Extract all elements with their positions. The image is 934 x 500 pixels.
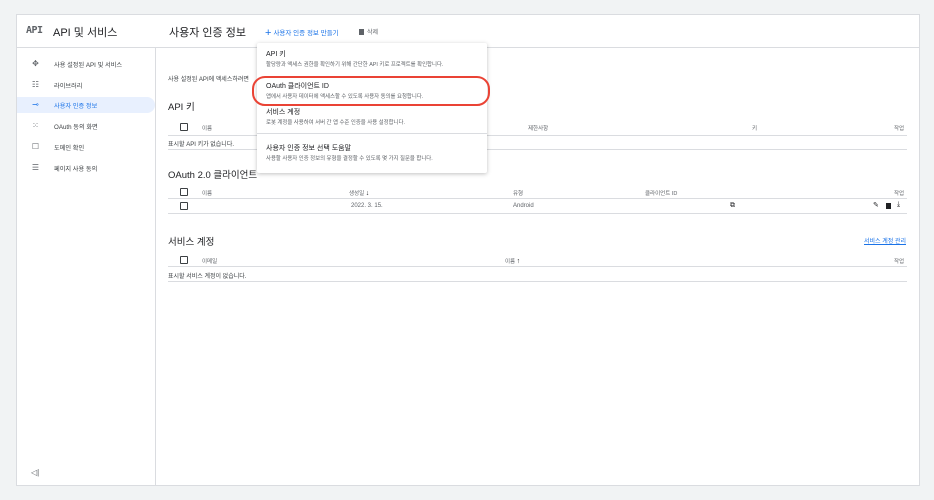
service-accounts-col-name-label: 이름 — [505, 259, 516, 265]
service-accounts-heading: 서비스 계정 — [168, 237, 215, 248]
api-logo: API — [26, 25, 43, 36]
sidebar-item-oauth-consent[interactable]: ⁙ OAuth 동의 화면 — [17, 118, 155, 134]
diamond-icon: ✥ — [32, 59, 39, 68]
delete-row-icon[interactable] — [886, 203, 891, 209]
menu-divider — [257, 133, 487, 134]
divider — [168, 266, 907, 267]
delete-label: 삭제 — [367, 30, 379, 36]
oauth-col-name: 이름 — [202, 191, 213, 197]
service-accounts-select-all-checkbox[interactable] — [180, 256, 188, 264]
menu-item-desc: 사용할 사용자 인증 정보의 유형을 결정할 수 있도록 몇 가지 질문을 합니… — [266, 156, 433, 162]
highlight-annotation — [252, 76, 490, 106]
sidebar-item-credentials[interactable]: ⊸ 사용자 인증 정보 — [17, 97, 155, 113]
divider — [168, 213, 907, 214]
api-keys-empty-text: 표시할 API 키가 없습니다. — [168, 142, 235, 148]
oauth-col-actions: 작업 — [894, 191, 905, 197]
oauth-col-type: 유형 — [513, 191, 524, 197]
oauth-col-client-id: 클라이언트 ID — [645, 191, 678, 197]
trash-icon — [359, 29, 364, 35]
arrow-down-icon: ↓ — [365, 190, 370, 197]
app-title: API 및 서비스 — [53, 27, 118, 39]
service-accounts-empty-text: 표시할 서비스 계정이 없습니다. — [168, 274, 247, 280]
oauth-select-all-checkbox[interactable] — [180, 188, 188, 196]
consent-icon: ⁙ — [32, 121, 39, 130]
plus-icon: + — [265, 27, 272, 39]
sidebar-item-label: 라이브러리 — [54, 83, 83, 90]
oauth-row-created: 2022. 3. 15. — [351, 203, 383, 209]
service-accounts-col-name[interactable]: 이름 ↑ — [505, 257, 520, 265]
service-accounts-col-actions: 작업 — [894, 259, 905, 265]
service-accounts-col-email: 이메일 — [202, 259, 218, 265]
domain-check-icon: ☐ — [31, 142, 40, 151]
api-keys-col-key: 키 — [752, 126, 758, 132]
api-keys-select-all-checkbox[interactable] — [180, 123, 188, 131]
key-icon: ⊸ — [32, 100, 39, 109]
oauth-col-created[interactable]: 생성일 ↓ — [349, 189, 369, 197]
sidebar-item-enabled-apis[interactable]: ✥ 사용 설정된 API 및 서비스 — [17, 56, 155, 72]
oauth-row-type: Android — [513, 203, 534, 209]
create-credentials-menu: API 키 할당량과 액세스 권한을 확인하기 위해 간단한 API 키로 프로… — [257, 43, 487, 173]
menu-item-desc: 로봇 계정을 사용하여 서버 간 앱 수준 인증을 사용 설정합니다. — [266, 120, 405, 126]
menu-item-service-account[interactable]: 서비스 계정 로봇 계정을 사용하여 서버 간 앱 수준 인증을 사용 설정합니… — [257, 103, 487, 131]
oauth-row-checkbox[interactable] — [180, 202, 188, 210]
menu-item-title: API 키 — [266, 51, 286, 58]
api-keys-col-restriction: 제한사항 — [528, 126, 549, 132]
sidebar-item-label: 도메인 확인 — [54, 145, 85, 152]
menu-item-title: 사용자 인증 정보 선택 도움말 — [266, 145, 352, 152]
app-frame: API API 및 서비스 사용자 인증 정보 + 사용자 인증 정보 만들기 삭… — [16, 14, 920, 486]
divider — [168, 281, 907, 282]
sidebar-item-domain-verification[interactable]: ☐ 도메인 확인 — [17, 139, 155, 155]
manage-service-accounts-link[interactable]: 서비스 계정 관리 — [864, 236, 906, 245]
api-keys-heading: API 키 — [168, 102, 195, 113]
sidebar-item-library[interactable]: ☷ 라이브러리 — [17, 77, 155, 93]
menu-item-title: 서비스 계정 — [266, 109, 301, 116]
copy-icon[interactable]: ⧉ — [730, 202, 735, 210]
create-credentials-label: 사용자 인증 정보 만들기 — [273, 30, 339, 37]
sidebar: ✥ 사용 설정된 API 및 서비스 ☷ 라이브러리 ⊸ 사용자 인증 정보 ⁙… — [17, 48, 156, 485]
intro-text: 사용 설정된 API에 액세스하려면 — [168, 77, 249, 83]
sidebar-item-label: 사용 설정된 API 및 서비스 — [54, 62, 123, 69]
menu-item-api-key[interactable]: API 키 할당량과 액세스 권한을 확인하기 위해 간단한 API 키로 프로… — [257, 45, 487, 73]
collapse-sidebar-icon[interactable]: ◁| — [31, 468, 39, 477]
sidebar-item-label: 페이지 사용 동의 — [54, 166, 98, 173]
library-icon: ☷ — [31, 80, 40, 89]
page-consent-icon: ☰ — [31, 163, 40, 172]
create-credentials-button[interactable]: + 사용자 인증 정보 만들기 — [265, 26, 339, 39]
page-title: 사용자 인증 정보 — [169, 27, 246, 39]
menu-item-help-me-choose[interactable]: 사용자 인증 정보 선택 도움말 사용할 사용자 인증 정보의 유형을 결정할 … — [257, 139, 487, 167]
divider — [168, 198, 907, 199]
sidebar-item-label: OAuth 동의 화면 — [54, 124, 98, 131]
sidebar-item-label: 사용자 인증 정보 — [54, 103, 98, 110]
arrow-up-icon: ↑ — [516, 258, 521, 265]
oauth-heading: OAuth 2.0 클라이언트 — [168, 170, 258, 181]
sidebar-item-page-consent[interactable]: ☰ 페이지 사용 동의 — [17, 160, 155, 176]
menu-item-desc: 할당량과 액세스 권한을 확인하기 위해 간단한 API 키로 프로젝트를 확인… — [266, 62, 444, 68]
api-keys-col-actions: 작업 — [894, 126, 905, 132]
download-icon[interactable]: ⤓ — [897, 201, 900, 209]
delete-button[interactable]: 삭제 — [359, 27, 378, 36]
api-keys-col-name: 이름 — [202, 126, 213, 132]
edit-icon[interactable]: ✎ — [873, 201, 879, 209]
oauth-col-created-label: 생성일 — [349, 191, 365, 197]
